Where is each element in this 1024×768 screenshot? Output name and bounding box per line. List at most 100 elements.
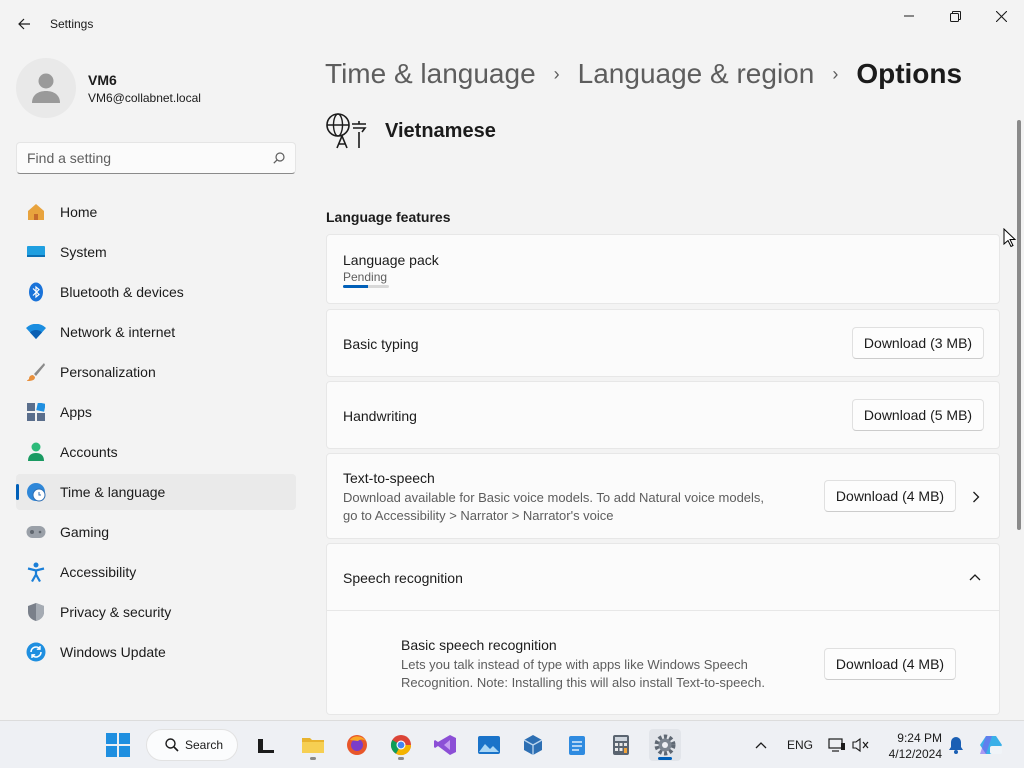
folder-icon [302, 738, 324, 753]
system-icon [26, 242, 46, 262]
taskbar-visual-studio[interactable] [429, 729, 461, 761]
mouse-cursor-icon [1003, 228, 1017, 248]
sidebar-item-privacy[interactable]: Privacy & security [16, 594, 296, 630]
basic-speech-description-line2: Recognition. Note: Installing this will … [401, 675, 765, 690]
language-pack-title: Language pack [343, 252, 439, 268]
minimize-button[interactable] [886, 0, 932, 32]
running-indicator [310, 757, 316, 760]
title-bar: Settings [0, 0, 1024, 48]
sidebar-item-system[interactable]: System [16, 234, 296, 270]
sidebar-item-label: Windows Update [60, 644, 166, 660]
app-title: Settings [50, 17, 94, 31]
tray-volume[interactable] [845, 729, 877, 761]
globe-clock-icon [26, 482, 46, 502]
restore-button[interactable] [932, 0, 978, 32]
breadcrumb-language-region[interactable]: Language & region [578, 58, 815, 90]
sidebar-item-bluetooth[interactable]: Bluetooth & devices [16, 274, 296, 310]
clock[interactable]: 9:24 PM 4/12/2024 [882, 730, 942, 762]
speech-recognition-header[interactable]: Speech recognition [327, 544, 999, 611]
gamepad-icon [26, 522, 46, 542]
start-button[interactable] [102, 729, 134, 761]
gear-icon [654, 734, 676, 756]
search-box[interactable] [16, 142, 296, 174]
sidebar-item-label: Apps [60, 404, 92, 420]
clock-time: 9:24 PM [897, 731, 942, 745]
network-icon [828, 738, 845, 752]
sidebar-item-label: Accounts [60, 444, 118, 460]
tray-overflow-button[interactable] [745, 729, 777, 761]
language-pack-card: Language pack Pending [326, 234, 1000, 304]
taskbar-firefox[interactable] [341, 729, 373, 761]
chevron-up-icon [755, 742, 767, 749]
taskbar-file-explorer[interactable] [297, 729, 329, 761]
chevron-up-icon [969, 574, 981, 581]
taskbar-app-image[interactable] [473, 729, 505, 761]
profile-name: VM6 [88, 71, 117, 88]
taskbar-terminal-app[interactable] [250, 729, 282, 761]
language-pack-status: Pending [343, 270, 388, 284]
breadcrumb-separator: › [832, 63, 839, 84]
taskbar-virtualbox[interactable] [517, 729, 549, 761]
sidebar-item-accessibility[interactable]: Accessibility [16, 554, 296, 590]
sidebar-item-accounts[interactable]: Accounts [16, 434, 296, 470]
sidebar-item-label: Time & language [60, 484, 166, 500]
sidebar-item-personalization[interactable]: Personalization [16, 354, 296, 390]
visual-studio-icon [434, 735, 456, 755]
avatar [16, 58, 76, 118]
sidebar-item-label: System [60, 244, 107, 260]
language-pack-progress [343, 285, 389, 288]
breadcrumb-separator: › [553, 63, 560, 84]
taskbar-notepad[interactable] [561, 729, 593, 761]
tts-description-line1: Download available for Basic voice model… [343, 490, 765, 505]
sidebar-nav: Home System Bluetooth & devices Network … [16, 194, 296, 674]
search-input[interactable] [27, 150, 273, 166]
language-name: Vietnamese [385, 119, 496, 142]
windows-logo-icon [106, 733, 130, 757]
sidebar-item-gaming[interactable]: Gaming [16, 514, 296, 550]
sidebar-item-home[interactable]: Home [16, 194, 296, 230]
sidebar-item-label: Home [60, 204, 98, 220]
basic-speech-title: Basic speech recognition [401, 637, 557, 653]
sidebar-item-label: Privacy & security [60, 604, 172, 620]
breadcrumb: Time & language › Language & region › Op… [325, 58, 962, 90]
accessibility-icon [26, 562, 46, 582]
sidebar-item-time-language[interactable]: Time & language [16, 474, 296, 510]
tts-download-button[interactable]: Download (4 MB) [824, 480, 956, 512]
copilot-button[interactable] [976, 729, 1008, 761]
basic-typing-card: Basic typing Download (3 MB) [326, 309, 1000, 377]
taskbar-calculator[interactable] [605, 729, 637, 761]
sidebar-item-apps[interactable]: Apps [16, 394, 296, 430]
basic-speech-description-line1: Lets you talk instead of type with apps … [401, 657, 748, 672]
close-button[interactable] [978, 0, 1024, 32]
input-language[interactable]: ENG [787, 738, 813, 752]
back-arrow-icon [18, 18, 30, 30]
chrome-icon [390, 735, 412, 756]
notifications-button[interactable] [940, 729, 972, 761]
firefox-icon [347, 735, 367, 755]
profile-email: VM6@collabnet.local [88, 90, 201, 105]
back-button[interactable] [10, 10, 38, 38]
taskbar-settings[interactable] [649, 729, 681, 761]
restore-icon [949, 10, 961, 22]
taskbar-search[interactable]: Search [146, 729, 238, 761]
basic-typing-download-button[interactable]: Download (3 MB) [852, 327, 984, 359]
search-icon [165, 738, 179, 752]
shield-icon [26, 602, 46, 622]
text-to-speech-card[interactable]: Text-to-speech Download available for Ba… [326, 453, 1000, 539]
sidebar-item-label: Accessibility [60, 564, 137, 580]
home-icon [26, 202, 46, 222]
breadcrumb-time-language[interactable]: Time & language [325, 58, 536, 90]
sidebar-item-windows-update[interactable]: Windows Update [16, 634, 296, 670]
sidebar-item-network[interactable]: Network & internet [16, 314, 296, 350]
running-indicator [398, 757, 404, 760]
basic-speech-download-button[interactable]: Download (4 MB) [824, 648, 956, 680]
close-icon [995, 10, 1007, 22]
wifi-icon [26, 322, 46, 342]
user-profile[interactable]: VM6 VM6@collabnet.local [16, 58, 201, 118]
tts-description-line2: go to Accessibility > Narrator > Narrato… [343, 508, 614, 523]
handwriting-download-button[interactable]: Download (5 MB) [852, 399, 984, 431]
taskbar-chrome[interactable] [385, 729, 417, 761]
sidebar-item-label: Gaming [60, 524, 110, 540]
scrollbar[interactable] [1017, 120, 1021, 530]
app-tile-icon [258, 739, 274, 753]
